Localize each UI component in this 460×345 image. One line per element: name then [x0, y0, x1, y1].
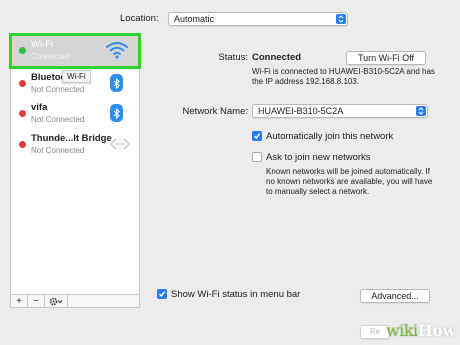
wikihow-watermark: wikiHow [386, 321, 456, 340]
service-item-thunderbolt-bridge[interactable]: Thunde...lt Bridge Not Connected [11, 129, 139, 159]
sidebar-toolbar: + − [10, 294, 140, 308]
status-label: Status: [218, 52, 248, 63]
show-status-label[interactable]: Show Wi-Fi status in menu bar [171, 289, 300, 300]
select-arrows-icon [416, 106, 426, 116]
checkmark-icon [158, 291, 166, 298]
network-name-value: HUAWEI-B310-5C2A [258, 106, 344, 116]
network-name-label: Network Name: [182, 106, 248, 117]
location-label: Location: [120, 13, 159, 24]
location-value: Automatic [174, 14, 215, 24]
service-status: Connected [31, 52, 70, 61]
status-dot-disconnected [19, 110, 26, 117]
add-service-button[interactable]: + [11, 295, 28, 307]
checkmark-icon [253, 133, 261, 140]
service-name: Thunde...lt Bridge [31, 133, 112, 144]
service-item-wifi[interactable]: Wi-Fi Connected [9, 33, 141, 69]
thunderbolt-bridge-icon [109, 136, 131, 154]
auto-join-label[interactable]: Automatically join this network [266, 131, 393, 142]
remove-service-button[interactable]: − [28, 295, 45, 307]
status-value: Connected [252, 52, 302, 63]
ask-join-checkbox[interactable] [252, 152, 262, 162]
service-status: Not Connected [31, 146, 85, 155]
network-name-select[interactable]: HUAWEI-B310-5C2A [252, 104, 428, 118]
watermark-how: How [417, 321, 457, 340]
known-networks-description: Known networks will be joined automatica… [266, 167, 433, 196]
bluetooth-icon [110, 104, 123, 122]
show-status-checkbox[interactable] [157, 289, 167, 299]
ask-join-label[interactable]: Ask to join new networks [266, 152, 371, 163]
turn-wifi-off-button[interactable]: Turn Wi-Fi Off [346, 51, 426, 65]
status-description: Wi-Fi is connected to HUAWEI-B310-5C2A a… [252, 67, 435, 86]
wifi-icon [105, 40, 129, 62]
advanced-button[interactable]: Advanced... [360, 289, 430, 303]
watermark-wiki: wiki [386, 321, 418, 340]
service-name: Wi-Fi [31, 39, 54, 50]
service-name: vifa [31, 102, 48, 113]
select-arrows-icon [336, 14, 346, 24]
tooltip: Wi-Fi [62, 70, 91, 83]
action-menu-button[interactable] [45, 295, 68, 307]
service-item-vifa[interactable]: vifa Not Connected [11, 98, 139, 128]
auto-join-checkbox[interactable] [252, 131, 262, 141]
status-dot-disconnected [19, 80, 26, 87]
status-dot-connected [19, 47, 26, 54]
status-dot-disconnected [19, 141, 26, 148]
location-select[interactable]: Automatic [168, 12, 348, 26]
service-status: Not Connected [31, 85, 85, 94]
gear-icon [49, 297, 63, 305]
service-status: Not Connected [31, 115, 85, 124]
bluetooth-icon [110, 74, 123, 92]
